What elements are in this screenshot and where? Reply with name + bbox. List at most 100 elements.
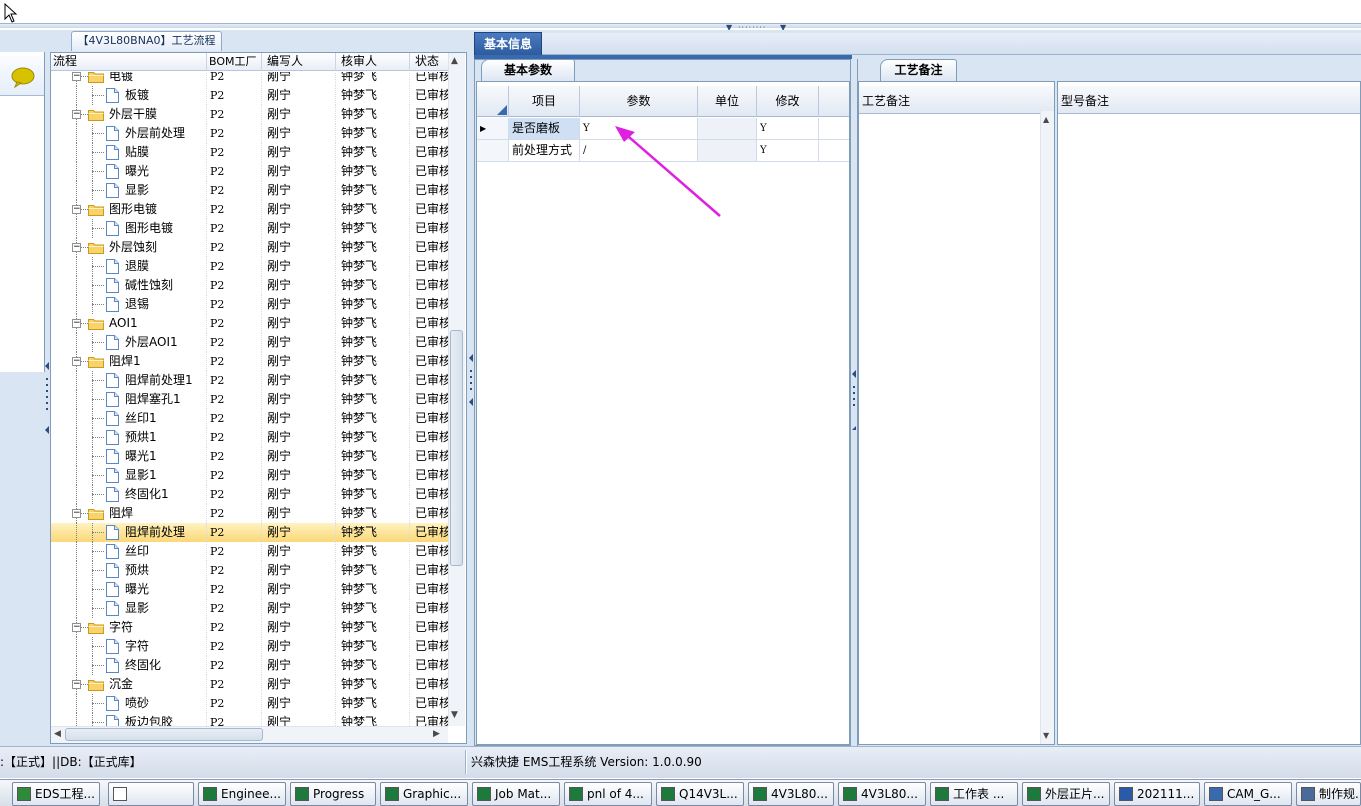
author-cell[interactable]: 剐宁 bbox=[262, 86, 336, 105]
author-cell[interactable]: 剐宁 bbox=[262, 713, 336, 726]
bom-cell[interactable]: P2 bbox=[207, 561, 262, 580]
tree-step-row[interactable]: 曝光1 P2 剐宁 钟梦飞 已审核 bbox=[51, 447, 448, 466]
bom-cell[interactable]: P2 bbox=[207, 219, 262, 238]
tree-group-row[interactable]: − 阻焊1 P2 剐宁 钟梦飞 已审核 bbox=[51, 352, 448, 371]
reviewer-cell[interactable]: 钟梦飞 bbox=[336, 485, 410, 504]
tree-node[interactable]: 外层AOI1 bbox=[51, 333, 207, 352]
status-cell[interactable]: 已审核 bbox=[410, 295, 448, 314]
author-cell[interactable]: 剐宁 bbox=[262, 618, 336, 637]
status-cell[interactable]: 已审核 bbox=[410, 219, 448, 238]
tree-node[interactable]: − 电镀 bbox=[51, 72, 207, 86]
status-cell[interactable]: 已审核 bbox=[410, 371, 448, 390]
author-cell[interactable]: 剐宁 bbox=[262, 333, 336, 352]
taskbar-button[interactable]: pnl of 4... bbox=[564, 782, 652, 806]
tree-node[interactable]: 预烘 bbox=[51, 561, 207, 580]
tree-node[interactable]: 显影 bbox=[51, 181, 207, 200]
bom-cell[interactable]: P2 bbox=[207, 257, 262, 276]
col-header-param[interactable]: 参数 bbox=[580, 86, 698, 117]
process-remarks-box[interactable]: 工艺备注 bbox=[858, 81, 1055, 745]
tree-node[interactable]: − 阻焊 bbox=[51, 504, 207, 523]
tree-node[interactable]: 曝光 bbox=[51, 162, 207, 181]
status-cell[interactable]: 已审核 bbox=[410, 181, 448, 200]
remarks-scroll-down-icon[interactable]: ▼ bbox=[1043, 731, 1049, 740]
taskbar-button[interactable]: 工作表 ... bbox=[930, 782, 1018, 806]
reviewer-cell[interactable]: 钟梦飞 bbox=[336, 694, 410, 713]
tree-node[interactable]: 显影1 bbox=[51, 466, 207, 485]
tree-group-row[interactable]: − 外层蚀刻 P2 剐宁 钟梦飞 已审核 bbox=[51, 238, 448, 257]
author-cell[interactable]: 剐宁 bbox=[262, 542, 336, 561]
tree-step-row[interactable]: 图形电镀 P2 剐宁 钟梦飞 已审核 bbox=[51, 219, 448, 238]
status-cell[interactable]: 已审核 bbox=[410, 656, 448, 675]
param-item[interactable]: 是否磨板 bbox=[509, 118, 580, 139]
author-cell[interactable]: 剐宁 bbox=[262, 485, 336, 504]
reviewer-cell[interactable]: 钟梦飞 bbox=[336, 561, 410, 580]
status-cell[interactable]: 已审核 bbox=[410, 352, 448, 371]
status-cell[interactable]: 已审核 bbox=[410, 713, 448, 726]
col-header-author[interactable]: 编写人 bbox=[262, 53, 336, 71]
taskbar-button[interactable]: 外层正片... bbox=[1022, 782, 1110, 806]
bom-cell[interactable]: P2 bbox=[207, 181, 262, 200]
tree-node[interactable]: − 字符 bbox=[51, 618, 207, 637]
status-cell[interactable]: 已审核 bbox=[410, 86, 448, 105]
tree-node[interactable]: 显影 bbox=[51, 599, 207, 618]
tree-step-row[interactable]: 丝印 P2 剐宁 钟梦飞 已审核 bbox=[51, 542, 448, 561]
author-cell[interactable]: 剐宁 bbox=[262, 599, 336, 618]
status-cell[interactable]: 已审核 bbox=[410, 504, 448, 523]
tree-step-row[interactable]: 显影 P2 剐宁 钟梦飞 已审核 bbox=[51, 181, 448, 200]
reviewer-cell[interactable]: 钟梦飞 bbox=[336, 333, 410, 352]
status-cell[interactable]: 已审核 bbox=[410, 333, 448, 352]
collapse-toggle-icon[interactable]: − bbox=[72, 243, 81, 252]
tab-basic-info[interactable]: 基本信息 bbox=[474, 32, 542, 57]
bom-cell[interactable]: P2 bbox=[207, 713, 262, 726]
tree-step-row[interactable]: 外层AOI1 P2 剐宁 钟梦飞 已审核 bbox=[51, 333, 448, 352]
reviewer-cell[interactable]: 钟梦飞 bbox=[336, 72, 410, 86]
collapse-toggle-icon[interactable]: − bbox=[72, 205, 81, 214]
tree-step-row[interactable]: 曝光 P2 剐宁 钟梦飞 已审核 bbox=[51, 580, 448, 599]
tree-group-row[interactable]: − 字符 P2 剐宁 钟梦飞 已审核 bbox=[51, 618, 448, 637]
status-cell[interactable]: 已审核 bbox=[410, 447, 448, 466]
author-cell[interactable]: 剐宁 bbox=[262, 656, 336, 675]
scroll-up-arrow-icon[interactable]: ▲ bbox=[451, 56, 458, 66]
collapse-toggle-icon[interactable]: − bbox=[72, 72, 81, 81]
author-cell[interactable]: 剐宁 bbox=[262, 143, 336, 162]
bom-cell[interactable]: P2 bbox=[207, 447, 262, 466]
tree-node[interactable]: 贴膜 bbox=[51, 143, 207, 162]
param-modify[interactable]: Y bbox=[757, 140, 819, 161]
tree-group-row[interactable]: − 图形电镀 P2 剐宁 钟梦飞 已审核 bbox=[51, 200, 448, 219]
status-cell[interactable]: 已审核 bbox=[410, 276, 448, 295]
col-header-bom[interactable]: BOM工厂 bbox=[207, 53, 262, 71]
collapse-toggle-icon[interactable]: − bbox=[72, 680, 81, 689]
bom-cell[interactable]: P2 bbox=[207, 143, 262, 162]
reviewer-cell[interactable]: 钟梦飞 bbox=[336, 257, 410, 276]
author-cell[interactable]: 剐宁 bbox=[262, 428, 336, 447]
tree-node[interactable]: 丝印 bbox=[51, 542, 207, 561]
author-cell[interactable]: 剐宁 bbox=[262, 694, 336, 713]
tree-step-row[interactable]: 外层前处理 P2 剐宁 钟梦飞 已审核 bbox=[51, 124, 448, 143]
status-cell[interactable]: 已审核 bbox=[410, 466, 448, 485]
param-modify[interactable]: Y bbox=[757, 118, 819, 139]
reviewer-cell[interactable]: 钟梦飞 bbox=[336, 428, 410, 447]
status-cell[interactable]: 已审核 bbox=[410, 675, 448, 694]
status-cell[interactable]: 已审核 bbox=[410, 390, 448, 409]
taskbar-button[interactable]: Q14V3L... bbox=[656, 782, 744, 806]
tree-step-row[interactable]: 碱性蚀刻 P2 剐宁 钟梦飞 已审核 bbox=[51, 276, 448, 295]
reviewer-cell[interactable]: 钟梦飞 bbox=[336, 447, 410, 466]
status-cell[interactable]: 已审核 bbox=[410, 485, 448, 504]
author-cell[interactable]: 剐宁 bbox=[262, 276, 336, 295]
reviewer-cell[interactable]: 钟梦飞 bbox=[336, 599, 410, 618]
bom-cell[interactable]: P2 bbox=[207, 371, 262, 390]
reviewer-cell[interactable]: 钟梦飞 bbox=[336, 314, 410, 333]
taskbar-button[interactable]: Progress bbox=[290, 782, 376, 806]
tree-vertical-scroll-thumb[interactable] bbox=[450, 330, 463, 566]
reviewer-cell[interactable]: 钟梦飞 bbox=[336, 390, 410, 409]
reviewer-cell[interactable]: 钟梦飞 bbox=[336, 656, 410, 675]
tree-group-row[interactable]: − 电镀 P2 剐宁 钟梦飞 已审核 bbox=[51, 72, 448, 86]
author-cell[interactable]: 剐宁 bbox=[262, 72, 336, 86]
bom-cell[interactable]: P2 bbox=[207, 599, 262, 618]
tree-node[interactable]: − 图形电镀 bbox=[51, 200, 207, 219]
bom-cell[interactable]: P2 bbox=[207, 656, 262, 675]
author-cell[interactable]: 剐宁 bbox=[262, 238, 336, 257]
tree-step-row[interactable]: 曝光 P2 剐宁 钟梦飞 已审核 bbox=[51, 162, 448, 181]
status-cell[interactable]: 已审核 bbox=[410, 314, 448, 333]
tree-node[interactable]: 丝印1 bbox=[51, 409, 207, 428]
